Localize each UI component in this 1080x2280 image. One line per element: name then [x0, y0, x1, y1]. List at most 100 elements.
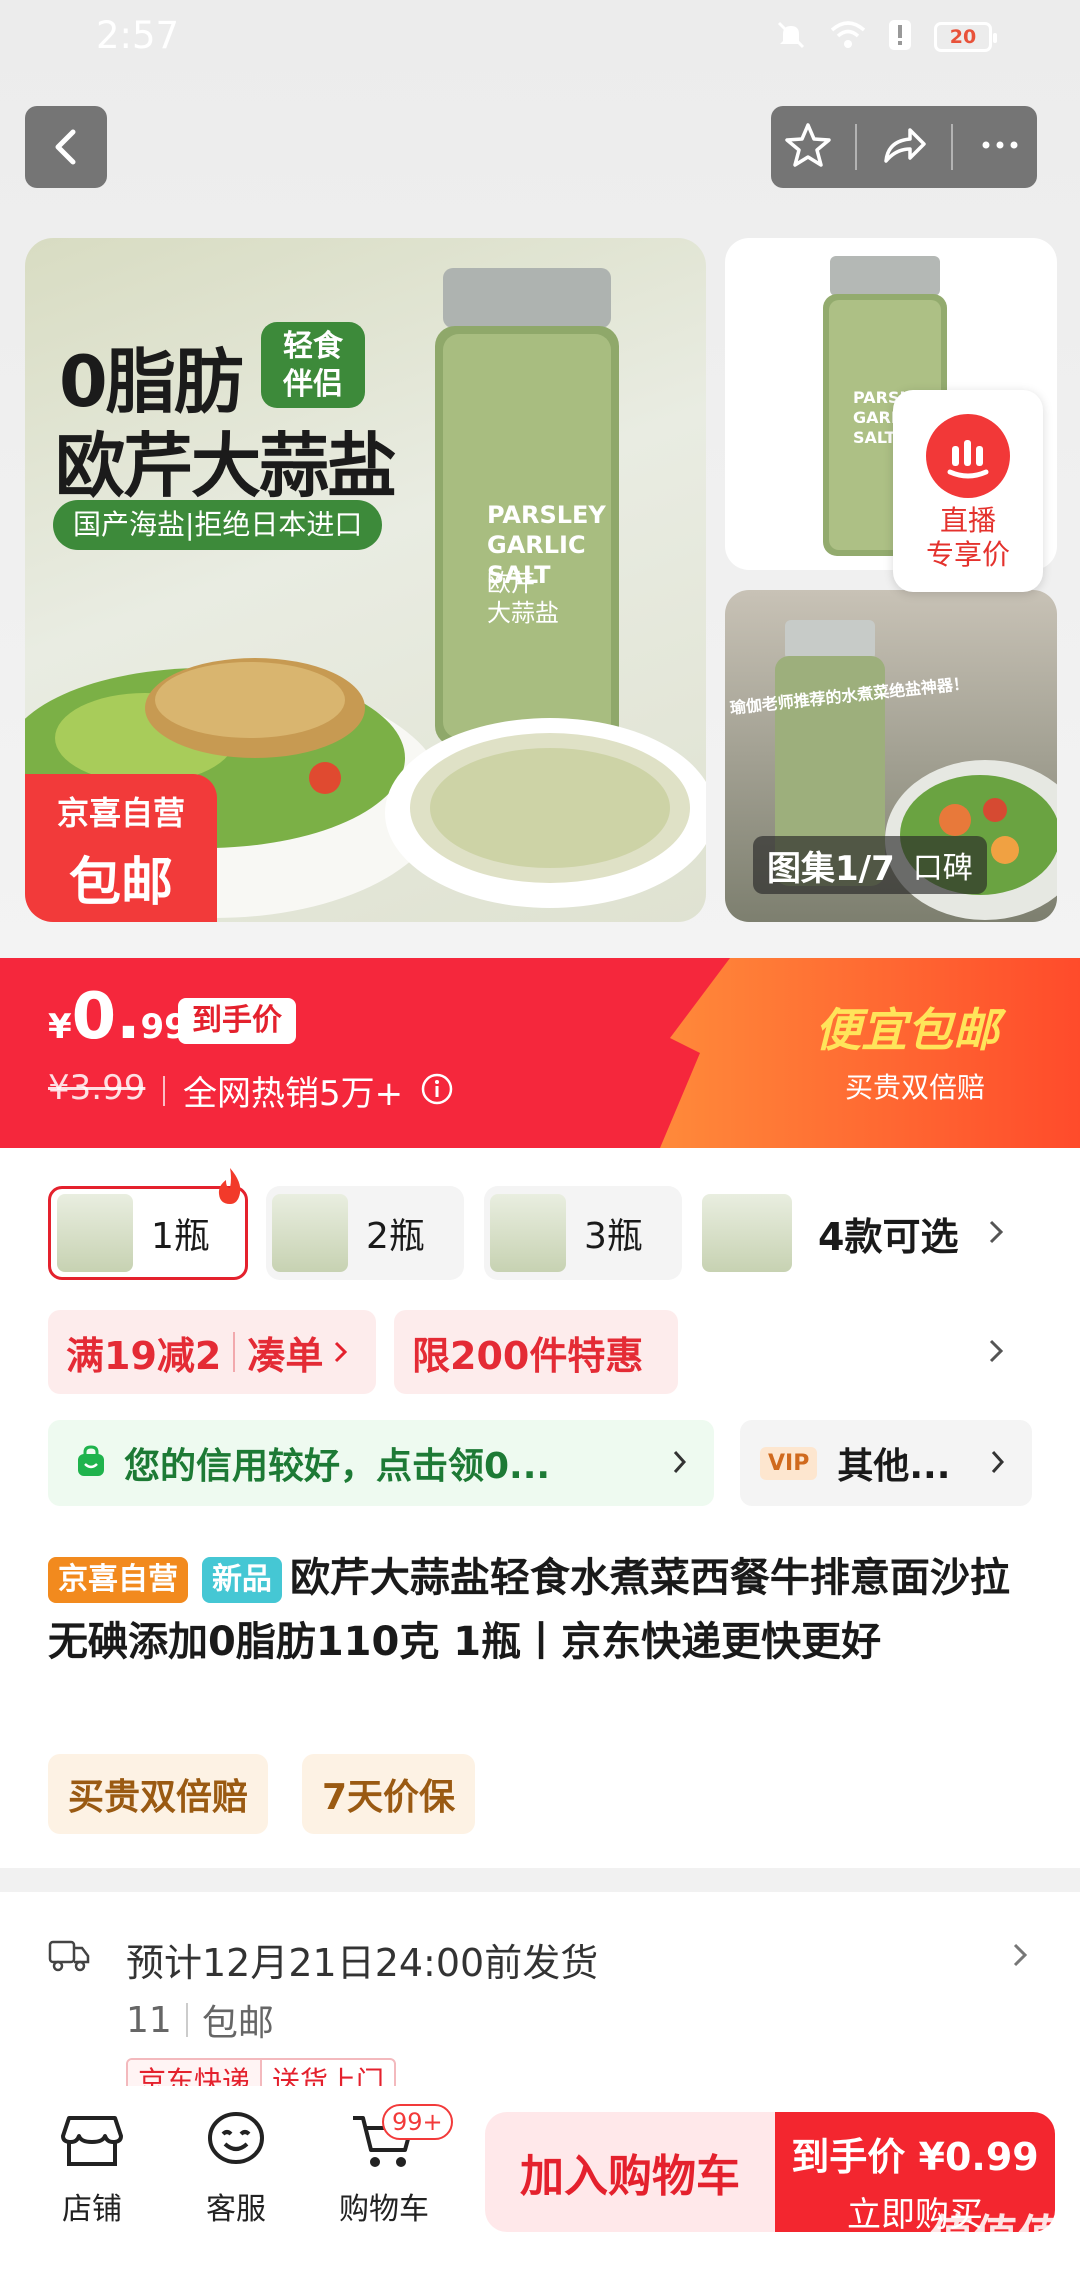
live-price-card[interactable]: 直播 专享价	[893, 390, 1043, 592]
limited-offer-text: 限200件特惠	[412, 1333, 644, 1378]
live-label-line2: 专享价	[925, 538, 1010, 571]
variant-label: 1瓶	[151, 1216, 210, 1257]
credit-text: 您的信用较好，点击领0...	[124, 1446, 551, 1487]
cart-count-badge: 99+	[382, 2104, 453, 2140]
shipping-count: 11	[126, 1999, 172, 2041]
main-headline-line2: 欧芹大蒜盐	[55, 425, 397, 507]
coupon-text: 满19减2	[66, 1333, 222, 1378]
store-badge: 京喜自营	[48, 1557, 188, 1603]
shipping-divider	[185, 2003, 188, 2037]
top-action-group	[771, 106, 1037, 188]
nav-store[interactable]: 店铺	[32, 2110, 152, 2228]
credit-offer[interactable]: 您的信用较好，点击领0...	[48, 1420, 714, 1506]
current-price: ¥0.99	[48, 980, 188, 1054]
shipping-meta: 11 包邮	[126, 1994, 274, 2046]
product-image-thumb-2[interactable]: 瑜伽老师推荐的水煮菜绝盐神器！ 图集1/7 口碑	[725, 590, 1057, 922]
new-badge: 新品	[201, 1557, 282, 1603]
corner-badge: 京喜自营 包邮	[25, 774, 217, 922]
vip-badge: VIP	[760, 1446, 818, 1480]
star-icon	[784, 123, 831, 167]
shipping-estimate[interactable]: 预计12月21日24:00前发货	[126, 1932, 598, 1987]
price-divider	[163, 1076, 165, 1106]
variant-option[interactable]: 2瓶	[266, 1186, 464, 1280]
coupon-tag[interactable]: 满19减2 凑单	[48, 1310, 376, 1394]
shopping-bag-icon	[74, 1444, 108, 1482]
favorite-button[interactable]	[782, 119, 834, 175]
store-icon	[57, 2110, 127, 2170]
watermark-site: zhizhizhi.com	[918, 2254, 1040, 2275]
promo-subtitle: 买贵双倍赔	[845, 1071, 986, 1104]
corner-badge-line1: 京喜自营	[56, 794, 185, 832]
jar-label-cn: 欧芹 大蒜盐	[487, 569, 559, 627]
chevron-right-icon[interactable]	[986, 1336, 1006, 1370]
nav-service-label: 客服	[206, 2192, 266, 2227]
more-button[interactable]	[974, 119, 1026, 175]
status-bar: 2:57 20	[0, 0, 1080, 70]
chevron-right-icon	[672, 1448, 688, 1480]
truck-icon	[48, 1936, 90, 1978]
product-title-block: 京喜自营 新品 欧芹大蒜盐轻食水煮菜西餐牛排意面沙拉无碘添加0脂肪110克 1瓶丨…	[48, 1546, 1038, 1674]
product-image-main[interactable]: 0脂肪 欧芹大蒜盐 轻食 伴侣 国产海盐|拒绝日本进口 PARSLEY GARL…	[25, 238, 706, 922]
gallery-controls: 图集1/7 口碑	[753, 836, 987, 894]
live-label-line1: 直播	[939, 504, 996, 537]
variant-label: 2瓶	[366, 1216, 425, 1257]
hot-flame-icon	[214, 1166, 246, 1210]
price-protect-chip[interactable]: 7天价保	[302, 1754, 476, 1834]
variant-label: 3瓶	[584, 1216, 643, 1257]
main-badge-line2: 伴侣	[283, 367, 343, 402]
variant-thumb	[490, 1194, 566, 1272]
variant-thumb	[272, 1194, 348, 1272]
bundle-text: 凑单	[247, 1333, 324, 1378]
product-title: 欧芹大蒜盐轻食水煮菜西餐牛排意面沙拉无碘添加0脂肪110克 1瓶丨京东快递更快更…	[48, 1555, 1010, 1665]
nav-service[interactable]: 客服	[176, 2110, 296, 2228]
variant-option[interactable]: 3瓶	[484, 1186, 682, 1280]
battery-icon: 20	[934, 22, 997, 52]
chevron-right-icon	[990, 1448, 1006, 1480]
add-to-cart-button[interactable]: 加入购物车	[485, 2112, 775, 2232]
main-badge: 轻食 伴侣	[261, 322, 365, 408]
more-icon	[982, 141, 1018, 149]
currency-symbol: ¥	[48, 1007, 72, 1047]
back-button[interactable]	[25, 106, 107, 188]
divider	[951, 124, 954, 170]
reviews-link[interactable]: 口碑	[913, 843, 973, 887]
guarantee-chip[interactable]: 买贵双倍赔	[48, 1754, 269, 1834]
status-icons: 20	[774, 18, 997, 56]
variants-more-label: 4款可选	[818, 1215, 959, 1259]
other-offers[interactable]: VIP 其他...	[740, 1420, 1032, 1506]
chevron-left-icon	[55, 129, 76, 165]
free-shipping: 包邮	[201, 2003, 274, 2044]
gallery-counter[interactable]: 图集1/7	[767, 841, 895, 890]
other-offers-text: 其他...	[837, 1446, 951, 1487]
original-price: ¥3.99	[48, 1068, 146, 1108]
main-subtitle: 国产海盐|拒绝日本进口	[53, 500, 383, 550]
promo-title: 便宜包邮	[815, 1003, 999, 1057]
chevron-right-icon	[333, 1330, 349, 1374]
share-button[interactable]	[878, 119, 930, 175]
wifi-icon	[830, 20, 866, 54]
sales-count: 全网热销5万+	[183, 1074, 404, 1114]
variants-more[interactable]: 4款可选	[818, 1206, 1006, 1261]
buy-now-price: 到手价 ¥0.99	[791, 2135, 1039, 2179]
final-price-tag: 到手价	[178, 998, 296, 1044]
price-value: 0.	[71, 980, 141, 1054]
limited-offer-tag[interactable]: 限200件特惠	[394, 1310, 678, 1394]
coupon-divider	[233, 1332, 236, 1372]
price-banner: ¥0.99 到手价 ¥3.99 全网热销5万+ 便宜包邮 买贵双倍赔	[0, 958, 1080, 1148]
info-icon[interactable]	[420, 1072, 454, 1110]
chevron-right-icon[interactable]	[1010, 1940, 1030, 1974]
nav-store-label: 店铺	[62, 2192, 122, 2227]
variant-thumb	[57, 1194, 133, 1272]
chat-icon	[201, 2110, 271, 2170]
main-badge-line1: 轻食	[283, 329, 343, 364]
share-icon	[884, 128, 926, 163]
nav-cart-label: 购物车	[339, 2192, 429, 2227]
mute-icon	[774, 18, 808, 56]
variant-thumb[interactable]	[702, 1194, 792, 1272]
status-time: 2:57	[96, 14, 180, 57]
divider	[854, 124, 857, 170]
chevron-right-icon	[986, 1212, 1006, 1256]
live-icon	[926, 414, 1010, 498]
corner-badge-line2: 包邮	[68, 853, 173, 913]
alert-icon	[888, 19, 912, 55]
